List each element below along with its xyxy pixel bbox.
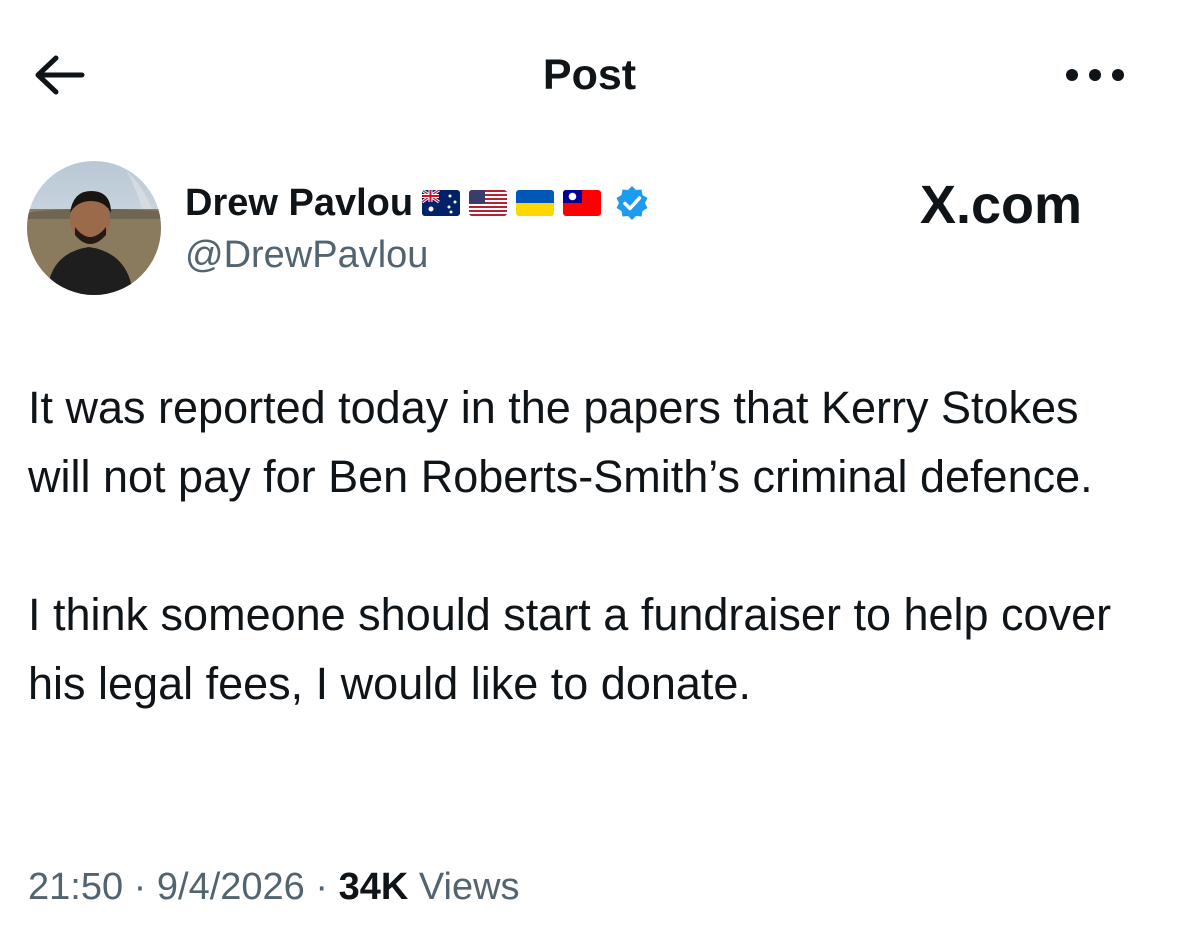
meta-separator: · [315, 866, 329, 908]
xcom-watermark: X.com [920, 175, 1083, 235]
post-body: It was reported today in the papers that… [28, 373, 1153, 718]
meta-separator: · [133, 866, 147, 908]
verified-badge-icon [613, 184, 651, 222]
post-paragraph: I think someone should start a fundraise… [28, 589, 1112, 709]
author-name-row: Drew Pavlou [185, 180, 651, 226]
author-handle[interactable]: @DrewPavlou [185, 232, 428, 278]
more-horizontal-icon [1066, 69, 1124, 81]
more-options-button[interactable] [1060, 60, 1130, 90]
post-date[interactable]: 9/4/2026 [157, 866, 305, 908]
post-paragraph: It was reported today in the papers that… [28, 382, 1093, 502]
ukraine-flag-icon [516, 190, 555, 216]
views-count[interactable]: 34K [339, 866, 409, 908]
author-name[interactable]: Drew Pavlou [185, 180, 413, 226]
taiwan-flag-icon [563, 190, 602, 216]
australia-flag-icon [422, 190, 461, 216]
views-label: Views [418, 866, 520, 908]
post-time[interactable]: 21:50 [28, 866, 123, 908]
post-metadata: 21:50 · 9/4/2026 · 34K Views [28, 862, 520, 912]
avatar[interactable] [27, 161, 161, 295]
page-title: Post [542, 51, 637, 99]
top-bar: Post [0, 0, 1179, 150]
usa-flag-icon [469, 190, 508, 216]
